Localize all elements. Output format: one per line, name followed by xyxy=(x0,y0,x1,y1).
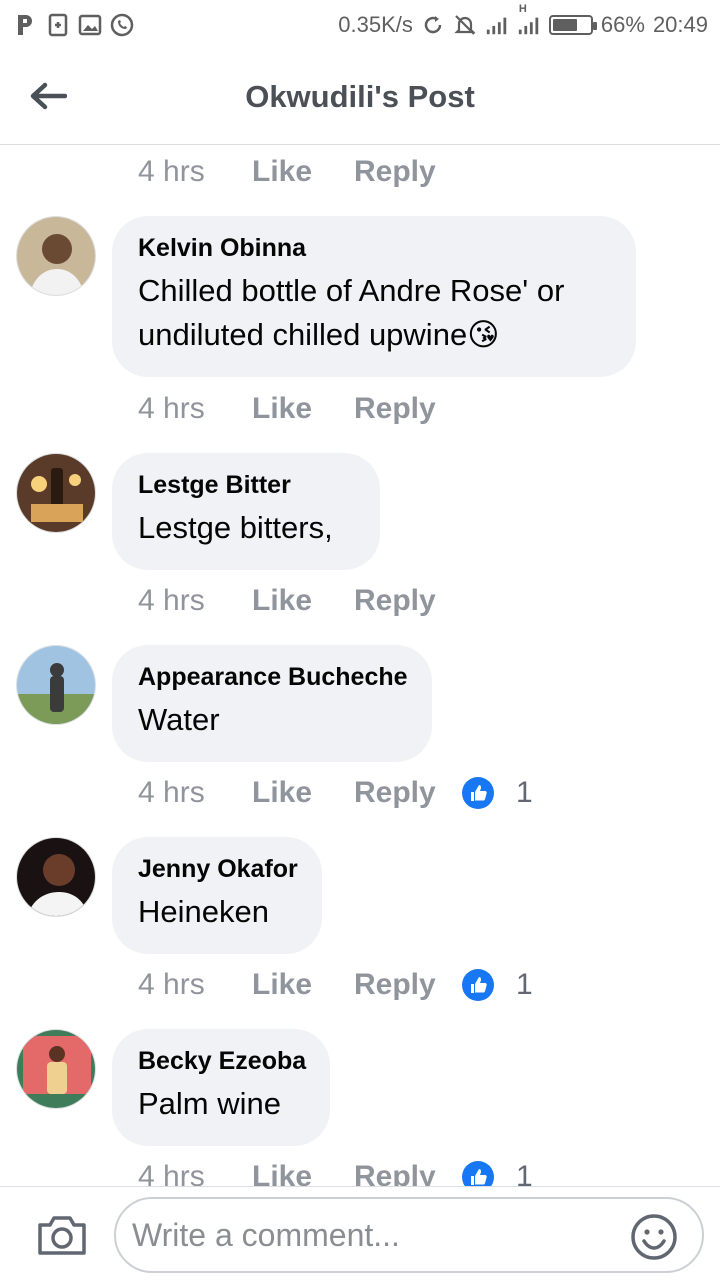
thumbs-up-icon xyxy=(462,969,494,1001)
p-icon xyxy=(14,13,38,37)
comment-composer xyxy=(0,1186,720,1280)
comment-input[interactable] xyxy=(114,1197,704,1273)
comment-bubble[interactable]: Becky Ezeoba Palm wine xyxy=(112,1029,330,1146)
status-bar: 0.35K/s H 66% 20:49 xyxy=(0,0,720,50)
battery-level xyxy=(552,19,577,31)
reply-link[interactable]: Reply xyxy=(354,155,462,189)
reaction-number: 1 xyxy=(516,776,533,809)
avatar[interactable] xyxy=(16,216,96,296)
reaction-count[interactable]: 1 xyxy=(462,1160,533,1186)
comment-time: 4 hrs xyxy=(138,1160,205,1186)
comment-text: Heineken xyxy=(138,894,269,929)
signal-icon xyxy=(485,13,509,37)
comment-time: 4 hrs xyxy=(138,968,205,1001)
comment-meta: 4 hrs Like Reply xyxy=(138,387,462,431)
smiley-icon xyxy=(631,1214,677,1260)
page-title: Okwudili's Post xyxy=(245,79,475,114)
reaction-number: 1 xyxy=(516,968,533,1001)
comment-author[interactable]: Appearance Bucheche xyxy=(138,663,408,692)
comment-bubble[interactable]: Lestge Bitter Lestge bitters, xyxy=(112,453,380,570)
like-link[interactable]: Like xyxy=(252,1160,354,1186)
status-right: 0.35K/s H 66% 20:49 xyxy=(338,3,708,38)
notification-icons xyxy=(14,13,134,37)
emoji-button[interactable] xyxy=(630,1213,678,1261)
comment-time: 4 hrs xyxy=(138,392,205,425)
comment-text: Water xyxy=(138,702,220,737)
thumbs-up-icon xyxy=(462,777,494,809)
mute-bell-icon xyxy=(453,13,477,37)
reaction-count[interactable]: 1 xyxy=(462,968,533,1002)
clock: 20:49 xyxy=(652,12,708,37)
comment-meta: 4 hrs Like Reply 1 xyxy=(138,771,533,815)
kiss-emoji-icon: 😘 xyxy=(467,317,500,352)
battery-icon xyxy=(548,15,597,35)
reply-link[interactable]: Reply xyxy=(354,1160,462,1186)
signal-h-icon: H xyxy=(517,3,541,37)
comment-author[interactable]: Lestge Bitter xyxy=(138,471,354,500)
like-link[interactable]: Like xyxy=(252,392,354,426)
reply-link[interactable]: Reply xyxy=(354,776,462,810)
comment-meta: 4 hrs Like Reply 1 xyxy=(138,963,533,1007)
comment-bubble[interactable]: Appearance Bucheche Water xyxy=(112,645,432,762)
comment-author[interactable]: Jenny Okafor xyxy=(138,855,298,884)
comment-text: Palm wine xyxy=(138,1086,281,1121)
post-header: Okwudili's Post xyxy=(0,50,720,145)
avatar[interactable] xyxy=(16,645,96,725)
whatsapp-icon xyxy=(110,13,134,37)
sync-icon xyxy=(421,13,445,37)
comment-meta: 4 hrs Like Reply xyxy=(138,579,462,623)
comment-time: 4 hrs xyxy=(138,584,205,617)
comment-text-line1: Chilled bottle of Andre Rose' or xyxy=(138,273,565,308)
reaction-count[interactable]: 1 xyxy=(462,776,533,810)
reply-link[interactable]: Reply xyxy=(354,584,462,618)
camera-button[interactable] xyxy=(36,1213,88,1257)
comment-text-line2: undiluted chilled upwine xyxy=(138,317,468,352)
comment-author[interactable]: Kelvin Obinna xyxy=(138,234,610,263)
comment-bubble[interactable]: Kelvin Obinna Chilled bottle of Andre Ro… xyxy=(112,216,636,377)
comment-time: 4 hrs xyxy=(138,155,205,188)
gallery-icon xyxy=(78,13,102,37)
like-link[interactable]: Like xyxy=(252,155,354,189)
battery-percent: 66% xyxy=(600,12,645,37)
avatar[interactable] xyxy=(16,837,96,917)
comment-time: 4 hrs xyxy=(138,776,205,809)
reply-link[interactable]: Reply xyxy=(354,968,462,1002)
network-speed: 0.35K/s xyxy=(338,12,413,37)
avatar[interactable] xyxy=(16,1029,96,1109)
like-link[interactable]: Like xyxy=(252,584,354,618)
comments-list[interactable]: 4 hrs Like Reply Kelvin Obinna Chilled b… xyxy=(0,146,720,1186)
comment-author[interactable]: Becky Ezeoba xyxy=(138,1047,306,1076)
comment-text: Lestge bitters, xyxy=(138,510,333,545)
avatar[interactable] xyxy=(16,453,96,533)
comment-meta: 4 hrs Like Reply xyxy=(138,150,462,194)
like-link[interactable]: Like xyxy=(252,776,354,810)
sim-icon xyxy=(46,13,70,37)
network-type: H xyxy=(518,3,527,15)
comment-meta: 4 hrs Like Reply 1 xyxy=(138,1155,533,1186)
reaction-number: 1 xyxy=(516,1160,533,1186)
thumbs-up-icon xyxy=(462,1161,494,1186)
reply-link[interactable]: Reply xyxy=(354,392,462,426)
like-link[interactable]: Like xyxy=(252,968,354,1002)
camera-icon xyxy=(38,1216,86,1255)
comment-bubble[interactable]: Jenny Okafor Heineken xyxy=(112,837,322,954)
comment-text: Chilled bottle of Andre Rose' or undilut… xyxy=(138,269,610,357)
